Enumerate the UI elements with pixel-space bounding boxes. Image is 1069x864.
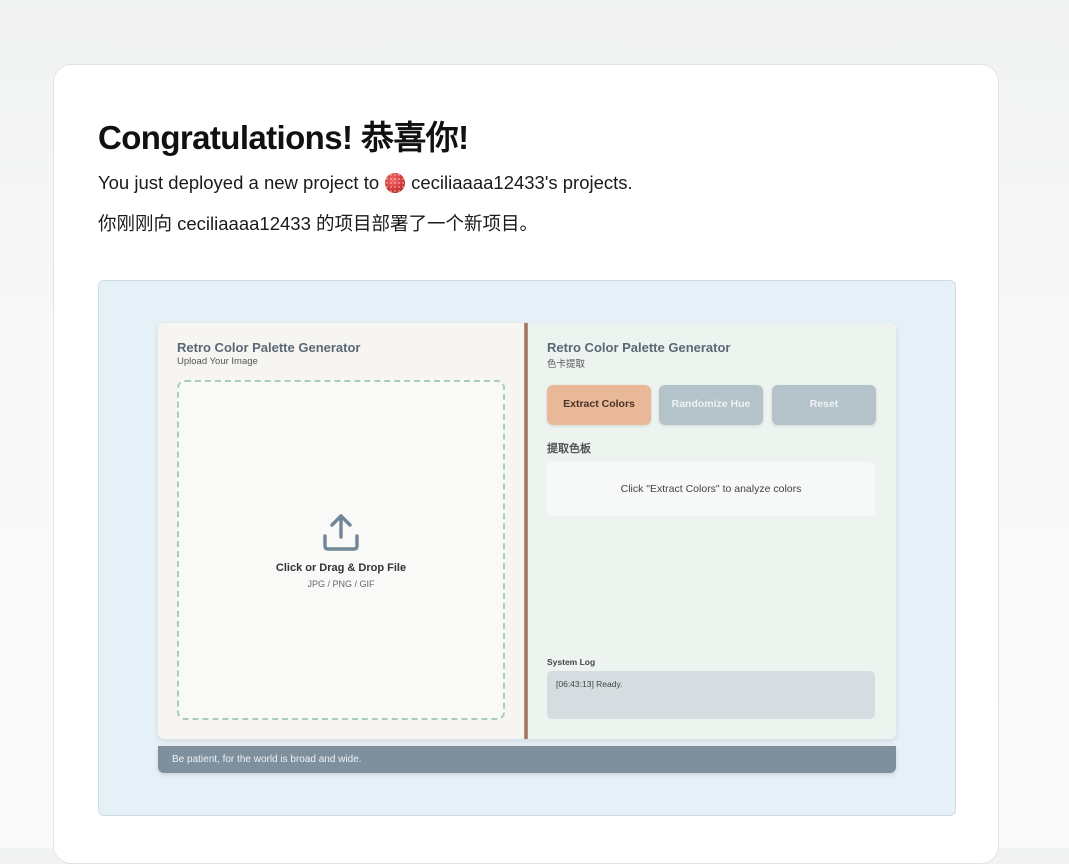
palette-placeholder: Click "Extract Colors" to analyze colors [547, 462, 875, 516]
upload-panel-title: Retro Color Palette Generator [177, 340, 361, 355]
team-avatar-icon [385, 173, 406, 193]
randomize-hue-button[interactable]: Randomize Hue [659, 385, 763, 425]
preview-app-window: Retro Color Palette Generator Upload You… [158, 323, 896, 739]
upload-panel-subtitle: Upload Your Image [177, 356, 258, 367]
system-log: [06:43:13] Ready. [547, 671, 875, 719]
palette-section-label: 提取色板 [547, 443, 591, 455]
page-title: Congratulations! 恭喜你! [98, 119, 469, 156]
file-dropzone[interactable]: Click or Drag & Drop File JPG / PNG / GI… [177, 380, 505, 720]
upload-panel: Retro Color Palette Generator Upload You… [158, 323, 524, 739]
deployment-card: Congratulations! 恭喜你! You just deployed … [53, 64, 999, 864]
deploy-message: You just deployed a new project to cecil… [98, 172, 633, 194]
palette-panel-title: Retro Color Palette Generator [547, 340, 731, 355]
upload-icon [323, 514, 359, 551]
reset-button[interactable]: Reset [772, 385, 876, 425]
dropzone-title: Click or Drag & Drop File [275, 562, 407, 574]
deploy-prefix: You just deployed a new project to [98, 172, 380, 193]
deploy-message-cn: 你刚刚向 ceciliaaaa12433 的项目部署了一个新项目。 [98, 213, 538, 234]
system-log-label: System Log [547, 657, 596, 667]
deployment-preview[interactable]: Retro Color Palette Generator Upload You… [98, 280, 956, 816]
deploy-owner-link[interactable]: ceciliaaaa12433's projects. [411, 172, 633, 194]
palette-panel: Retro Color Palette Generator 色卡提取 Extra… [528, 323, 896, 739]
dropzone-formats: JPG / PNG / GIF [307, 579, 375, 589]
palette-panel-subtitle: 色卡提取 [547, 359, 586, 370]
extract-colors-button[interactable]: Extract Colors [547, 385, 651, 425]
app-footer: Be patient, for the world is broad and w… [158, 746, 896, 773]
